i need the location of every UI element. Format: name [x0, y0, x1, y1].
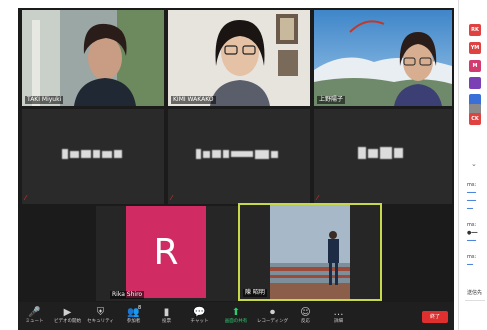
participant-name: 上野陽子 [317, 96, 346, 104]
reactions-button[interactable]: ☺ 反応 [289, 302, 322, 330]
chat-link[interactable]: ━━ [467, 206, 473, 212]
smiley-icon: ☺ [300, 307, 311, 318]
start-video-button[interactable]: ▶ ビデオの開始 [51, 302, 84, 330]
participants-count: 8 [138, 305, 142, 311]
more-button[interactable]: … 詳細 [322, 302, 355, 330]
chat-link[interactable]: ━━━ [467, 198, 476, 204]
video-gallery: TAKI Miyuki KIMI WAKAKO 上野陽子 ⁄ ⁄ ⁄ R Rik… [18, 8, 454, 330]
blurred-name [62, 149, 122, 159]
blurred-name [358, 147, 403, 159]
mute-button[interactable]: 🎤 ミュート [18, 302, 51, 330]
muted-mic-icon: ⁄ [317, 194, 319, 202]
chevron-down-icon[interactable]: ⌄ [471, 160, 477, 168]
participant-name: Rika Shiro [110, 291, 145, 299]
bar-chart-icon: ▮ [163, 307, 170, 318]
microphone-icon: 🎤 [28, 307, 41, 318]
meeting-toolbar: 🎤 ミュート ▶ ビデオの開始 ⛨ セキュリティ 👥 8 参加者 ▮ 投票 💬 … [18, 302, 454, 330]
participant-avatar[interactable]: CK [469, 113, 481, 125]
record-button[interactable]: ⏺ レコーディング [256, 302, 289, 330]
muted-mic-icon: ⁄ [171, 194, 173, 202]
share-screen-icon: ⬆ [231, 307, 241, 318]
video-tile-4[interactable]: ⁄ [22, 109, 164, 204]
participant-video [314, 10, 452, 106]
polls-button[interactable]: ▮ 投票 [150, 302, 183, 330]
chat-line: ms: [467, 182, 477, 188]
chat-bubble-icon: 💬 [193, 307, 206, 318]
send-to-label: 送信先 [467, 290, 483, 296]
avatar-initial: R [153, 231, 179, 273]
participant-video [168, 10, 310, 106]
chat-line: ms: [467, 254, 477, 260]
chat-input[interactable] [465, 300, 485, 321]
ellipsis-icon: … [333, 307, 344, 318]
participant-avatar[interactable] [469, 77, 481, 89]
shield-icon: ⛨ [96, 307, 105, 318]
video-tile-8-active-speaker[interactable]: 陳 昭明 [238, 203, 382, 301]
video-tile-5[interactable]: ⁄ [168, 109, 310, 204]
chat-button[interactable]: 💬 チャット [183, 302, 216, 330]
chat-link[interactable]: ━━ [467, 262, 473, 268]
chat-line: ●━━ [467, 230, 478, 236]
participant-avatar[interactable]: YM [469, 42, 481, 54]
share-screen-button[interactable]: ⬆ 画面の共有 [216, 302, 256, 330]
video-tile-2[interactable]: KIMI WAKAKO [168, 10, 310, 106]
side-panel: RK YM M CK ⌄ ms: ━━━ ━━━ ━━ ms: ●━━ ━━━ … [458, 0, 487, 330]
participants-button[interactable]: 👥 8 参加者 [117, 302, 150, 330]
end-meeting-button[interactable]: 終了 [422, 311, 448, 323]
zoom-meeting-window: TAKI Miyuki KIMI WAKAKO 上野陽子 ⁄ ⁄ ⁄ R Rik… [0, 0, 487, 330]
participant-name: KIMI WAKAKO [171, 96, 216, 104]
video-tile-1[interactable]: TAKI Miyuki [22, 10, 164, 106]
video-tile-6[interactable]: ⁄ [314, 109, 452, 204]
chat-link[interactable]: ━━━ [467, 190, 476, 196]
muted-mic-icon: ⁄ [25, 194, 27, 202]
avatar: R [126, 206, 206, 298]
video-tile-3[interactable]: 上野陽子 [314, 10, 452, 106]
blurred-name [196, 149, 278, 159]
chat-link[interactable]: ━━━ [467, 238, 476, 244]
participant-video [22, 10, 164, 106]
participant-avatar[interactable]: RK [469, 24, 481, 36]
chat-line: ms: [467, 222, 477, 228]
video-tile-7[interactable]: R Rika Shiro [96, 206, 238, 301]
participant-video [270, 205, 350, 299]
security-button[interactable]: ⛨ セキュリティ [84, 302, 117, 330]
participant-name: 陳 昭明 [243, 289, 267, 297]
participant-name: TAKI Miyuki [25, 96, 64, 104]
participant-avatar[interactable]: M [469, 60, 481, 72]
video-camera-icon: ▶ [63, 307, 72, 318]
record-icon: ⏺ [270, 307, 275, 318]
